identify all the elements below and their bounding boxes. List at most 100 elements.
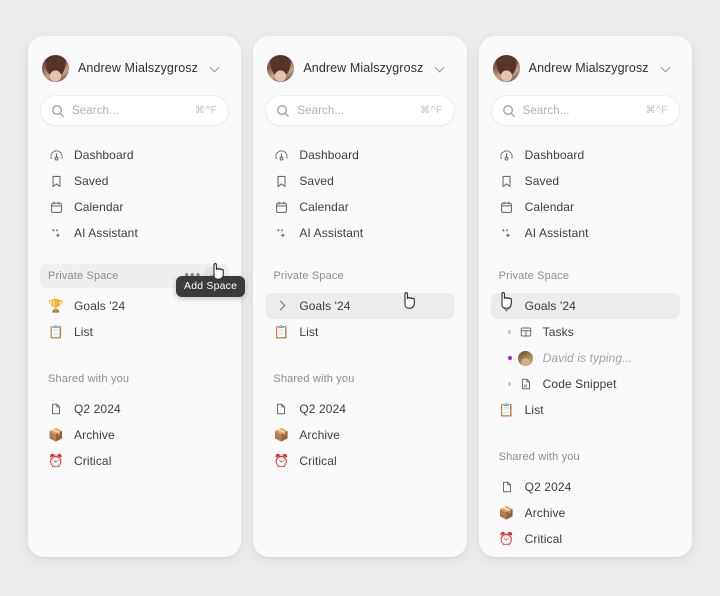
shared-item-q2-2024[interactable]: Q2 2024 xyxy=(40,396,229,422)
bookmark-icon xyxy=(48,173,64,189)
nav-item-dashboard[interactable]: Dashboard xyxy=(491,142,680,168)
sparkles-icon xyxy=(48,225,64,241)
bookmark-icon xyxy=(499,173,515,189)
search-shortcut: ⌘^F xyxy=(194,105,218,116)
sparkles-icon xyxy=(273,225,289,241)
space-item-goals[interactable]: Goals '24 xyxy=(490,293,680,319)
shared-header-p3: Shared with you xyxy=(491,445,680,469)
user-avatar-photo xyxy=(492,54,520,82)
shared-item-label: Critical xyxy=(299,454,337,468)
user-menu-p2[interactable]: Andrew Mialszygrosz xyxy=(265,50,454,86)
shared-item-label: Q2 2024 xyxy=(299,402,347,416)
nav-item-label: Calendar xyxy=(74,200,124,214)
shared-item-archive[interactable]: 📦 Archive xyxy=(40,422,229,448)
goals-child-tasks[interactable]: Tasks xyxy=(491,319,680,345)
sidebar-panel-2: Andrew Mialszygrosz Search... ⌘^F Dashbo… xyxy=(253,36,467,557)
space-item-label: List xyxy=(299,325,319,339)
shared-header-p1: Shared with you xyxy=(40,367,229,391)
chevron-down-icon[interactable] xyxy=(661,63,671,73)
user-menu-p3[interactable]: Andrew Mialszygrosz xyxy=(491,50,680,86)
shared-item-critical[interactable]: ⏰ Critical xyxy=(40,448,229,474)
nav-item-label: Saved xyxy=(299,174,334,188)
shared-item-label: Q2 2024 xyxy=(524,480,572,494)
space-item-label: List xyxy=(74,325,94,339)
clipboard-emoji: 📋 xyxy=(498,402,515,417)
nav-item-saved[interactable]: Saved xyxy=(491,168,680,194)
shared-list-p3: Q2 2024 📦 Archive ⏰ Critical xyxy=(491,474,680,552)
shared-list-p2: Q2 2024 📦 Archive ⏰ Critical xyxy=(265,396,454,474)
trophy-emoji: 🏆 xyxy=(48,298,64,313)
nav-item-ai-assistant[interactable]: AI Assistant xyxy=(40,220,229,246)
shared-item-label: Q2 2024 xyxy=(74,402,121,416)
table-icon xyxy=(517,323,535,341)
primary-nav-p3: Dashboard Saved Calendar AI Assistant xyxy=(491,142,680,246)
sidebar-variants-stage: Andrew Mialszygrosz Search... ⌘^F Dashbo… xyxy=(0,0,720,596)
nav-item-label: Dashboard xyxy=(74,148,134,162)
add-space-tooltip: Add Space xyxy=(176,276,246,297)
chevron-down-expanded-icon[interactable] xyxy=(499,298,515,314)
calendar-icon xyxy=(48,199,64,215)
search-input-p2[interactable]: Search... ⌘^F xyxy=(265,95,455,126)
nav-item-ai-assistant[interactable]: AI Assistant xyxy=(491,220,680,246)
shared-item-q2-2024[interactable]: Q2 2024 xyxy=(491,474,680,500)
calendar-icon xyxy=(499,199,515,215)
space-item-list[interactable]: 📋 List xyxy=(265,319,454,345)
nav-item-label: Saved xyxy=(524,174,560,188)
space-item-label: List xyxy=(524,403,544,417)
private-space-header-p2[interactable]: Private Space xyxy=(265,264,454,288)
search-shortcut: ⌘^F xyxy=(420,105,443,116)
bullet-dot xyxy=(503,330,517,334)
nav-item-dashboard[interactable]: Dashboard xyxy=(265,142,454,168)
nav-item-saved[interactable]: Saved xyxy=(265,168,454,194)
shared-item-q2-2024[interactable]: Q2 2024 xyxy=(265,396,454,422)
user-avatar-photo xyxy=(267,54,295,82)
space-item-label: Goals '24 xyxy=(299,299,351,313)
space-item-list[interactable]: 📋 List xyxy=(491,397,680,423)
search-placeholder: Search... xyxy=(522,104,570,117)
nav-item-label: AI Assistant xyxy=(299,226,364,240)
chevron-down-icon[interactable] xyxy=(435,63,445,73)
user-avatar-photo xyxy=(42,54,69,82)
shared-item-archive[interactable]: 📦 Archive xyxy=(265,422,454,448)
file-icon xyxy=(499,479,515,495)
shared-item-label: Archive xyxy=(524,506,566,520)
search-input-p3[interactable]: Search... ⌘^F xyxy=(490,95,680,126)
sidebar-panel-1: Andrew Mialszygrosz Search... ⌘^F Dashbo… xyxy=(28,36,246,557)
nav-item-saved[interactable]: Saved xyxy=(40,168,229,194)
nav-item-calendar[interactable]: Calendar xyxy=(265,194,454,220)
goals-child-label: Tasks xyxy=(542,325,574,339)
shared-item-archive[interactable]: 📦 Archive xyxy=(491,500,680,526)
nav-item-dashboard[interactable]: Dashboard xyxy=(40,142,229,168)
space-item-goals[interactable]: Goals '24 xyxy=(265,293,455,319)
user-menu-p1[interactable]: Andrew Mialszygrosz xyxy=(40,50,229,86)
shared-item-critical[interactable]: ⏰ Critical xyxy=(491,526,680,552)
private-space-header-p3[interactable]: Private Space xyxy=(491,264,680,288)
clipboard-emoji: 📋 xyxy=(48,324,64,339)
nav-item-calendar[interactable]: Calendar xyxy=(40,194,229,220)
nav-item-ai-assistant[interactable]: AI Assistant xyxy=(265,220,454,246)
search-input-p1[interactable]: Search... ⌘^F xyxy=(40,95,230,126)
chevron-right-icon[interactable] xyxy=(273,298,289,314)
private-space-list-p3: Goals '24 Tasks David is typing... Code … xyxy=(490,293,680,423)
goals-child-typing[interactable]: David is typing... xyxy=(491,345,680,371)
nav-item-calendar[interactable]: Calendar xyxy=(491,194,680,220)
primary-nav-p2: Dashboard Saved Calendar AI Assistant xyxy=(265,142,454,246)
package-emoji: 📦 xyxy=(498,505,515,520)
package-emoji: 📦 xyxy=(48,427,64,442)
nav-item-label: Dashboard xyxy=(524,148,585,162)
file-code-icon xyxy=(517,375,535,393)
bullet-dot xyxy=(503,382,517,386)
private-space-title: Private Space xyxy=(273,270,344,282)
goals-child-label: David is typing... xyxy=(542,351,633,365)
nav-item-label: Saved xyxy=(74,174,109,188)
calendar-icon xyxy=(273,199,289,215)
file-icon xyxy=(48,401,64,417)
space-item-list[interactable]: 📋 List xyxy=(40,319,229,345)
file-icon xyxy=(273,401,289,417)
shared-item-critical[interactable]: ⏰ Critical xyxy=(265,448,454,474)
private-space-title: Private Space xyxy=(48,270,119,282)
nav-item-label: AI Assistant xyxy=(524,226,589,240)
alarm-clock-emoji: ⏰ xyxy=(273,453,290,468)
goals-child-code-snippet[interactable]: Code Snippet xyxy=(491,371,680,397)
chevron-down-icon[interactable] xyxy=(210,63,220,73)
